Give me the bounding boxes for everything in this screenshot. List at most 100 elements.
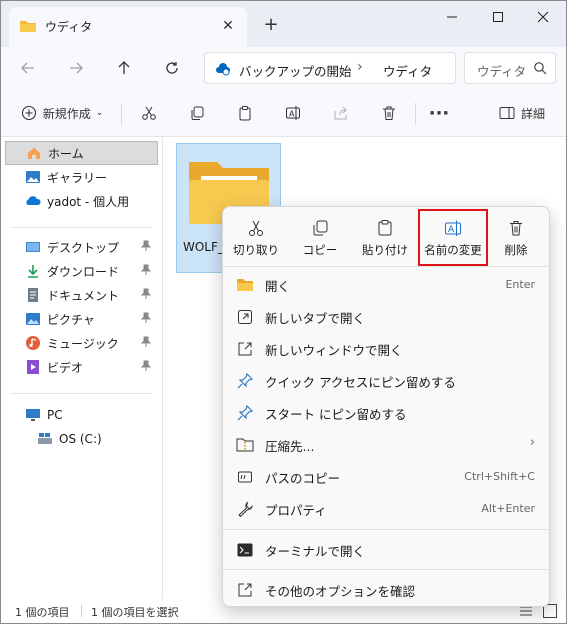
close-tab-icon[interactable]: ✕ bbox=[217, 15, 239, 37]
context-divider bbox=[223, 266, 549, 267]
sidebar-label: PC bbox=[47, 408, 63, 422]
rename-button[interactable]: A bbox=[279, 99, 307, 127]
chevron-right-icon[interactable]: › bbox=[357, 59, 363, 75]
share-button[interactable] bbox=[327, 99, 355, 127]
sidebar-item-documents[interactable]: ドキュメント bbox=[5, 283, 158, 307]
more-options-button[interactable]: ··· bbox=[425, 99, 453, 127]
sidebar-item-onedrive[interactable]: yadot - 個人用 bbox=[5, 189, 158, 213]
delete-action[interactable]: 削除 bbox=[485, 213, 547, 263]
pin-icon[interactable] bbox=[140, 336, 152, 351]
paste-icon bbox=[378, 220, 392, 236]
forward-button[interactable] bbox=[61, 53, 91, 83]
sidebar-item-home[interactable]: ホーム bbox=[5, 141, 158, 165]
breadcrumb-backup[interactable]: バックアップの開始 bbox=[239, 61, 352, 80]
copy-icon bbox=[313, 220, 328, 236]
back-button[interactable] bbox=[13, 53, 43, 83]
sidebar-item-music[interactable]: ミュージック bbox=[5, 331, 158, 355]
maximize-button[interactable] bbox=[475, 1, 521, 33]
copy-action[interactable]: コピー bbox=[289, 213, 351, 263]
menu-item-label: 新しいタブで開く bbox=[265, 310, 366, 326]
pictures-icon bbox=[25, 311, 41, 327]
menu-item-open-new-window[interactable]: 新しいウィンドウで開く bbox=[229, 334, 543, 364]
menu-item-label: 開く bbox=[265, 278, 291, 294]
new-button[interactable]: 新規作成 ⌄ bbox=[15, 99, 109, 127]
search-icon bbox=[534, 62, 547, 75]
new-tab-button[interactable]: + bbox=[260, 14, 282, 36]
menu-item-shortcut: Alt+Enter bbox=[481, 502, 535, 515]
paste-action[interactable]: 貼り付け bbox=[354, 213, 416, 263]
sidebar-label: OS (C:) bbox=[59, 432, 102, 446]
menu-item-label: スタート にピン留めする bbox=[265, 406, 407, 422]
command-bar: 新規作成 ⌄ A ··· 詳細 bbox=[1, 89, 566, 137]
search-box[interactable]: ウディタ bbox=[464, 52, 556, 84]
search-input[interactable]: ウディタ bbox=[477, 61, 526, 80]
wrench-icon bbox=[235, 499, 255, 519]
new-tab-icon bbox=[235, 307, 255, 327]
menu-item-label: 圧縮先... bbox=[265, 438, 315, 454]
breadcrumb-udita[interactable]: ウディタ bbox=[383, 61, 432, 80]
refresh-icon bbox=[166, 62, 178, 74]
details-button[interactable]: 詳細 bbox=[493, 99, 551, 127]
close-icon bbox=[537, 11, 549, 23]
sidebar-divider bbox=[11, 227, 151, 228]
sidebar-divider bbox=[11, 393, 151, 394]
sidebar-item-downloads[interactable]: ダウンロード bbox=[5, 259, 158, 283]
sidebar-label: ギャラリー bbox=[47, 170, 108, 185]
sidebar-item-pc[interactable]: PC bbox=[5, 403, 158, 427]
pin-icon[interactable] bbox=[140, 240, 152, 255]
menu-item-compress[interactable]: 圧縮先... › bbox=[229, 430, 543, 460]
chevron-down-icon: ⌄ bbox=[95, 108, 104, 118]
sidebar-item-gallery[interactable]: ギャラリー bbox=[5, 165, 158, 189]
arrow-right-icon bbox=[70, 62, 83, 74]
divider bbox=[121, 103, 122, 125]
refresh-button[interactable] bbox=[157, 53, 187, 83]
sidebar-item-os-drive[interactable]: OS (C:) bbox=[5, 427, 158, 451]
sidebar-item-videos[interactable]: ビデオ bbox=[5, 355, 158, 379]
terminal-icon bbox=[235, 540, 255, 560]
delete-button[interactable] bbox=[375, 99, 403, 127]
drive-icon bbox=[37, 431, 53, 447]
selection-count: 1 個の項目を選択 bbox=[91, 606, 179, 619]
menu-item-more-options[interactable]: その他のオプションを確認 bbox=[229, 575, 543, 605]
cut-button[interactable] bbox=[135, 99, 163, 127]
menu-item-pin-start[interactable]: スタート にピン留めする bbox=[229, 398, 543, 428]
trash-icon bbox=[383, 106, 395, 120]
menu-item-label: プロパティ bbox=[265, 502, 327, 518]
tab-udita[interactable]: ウディタ ✕ bbox=[9, 7, 247, 47]
share-icon bbox=[334, 106, 347, 120]
menu-item-label: その他のオプションを確認 bbox=[265, 583, 416, 599]
copy-button[interactable] bbox=[183, 99, 211, 127]
context-divider bbox=[223, 569, 549, 570]
sidebar-item-desktop[interactable]: デスクトップ bbox=[5, 235, 158, 259]
menu-item-properties[interactable]: プロパティ Alt+Enter bbox=[229, 494, 543, 524]
pane-divider[interactable] bbox=[162, 137, 163, 599]
minimize-icon bbox=[447, 16, 457, 18]
cut-action[interactable]: 切り取り bbox=[225, 213, 287, 263]
pin-icon[interactable] bbox=[140, 360, 152, 375]
context-menu: 切り取り コピー 貼り付け A 名前の変更 削除 開く Enter 新しいタブで… bbox=[222, 206, 550, 607]
menu-item-open-terminal[interactable]: ターミナルで開く bbox=[229, 535, 543, 565]
menu-item-copy-path[interactable]: パスのコピー Ctrl+Shift+C bbox=[229, 462, 543, 492]
menu-item-open[interactable]: 開く Enter bbox=[229, 270, 543, 300]
more-icon: ··· bbox=[428, 102, 450, 124]
paste-button[interactable] bbox=[231, 99, 259, 127]
up-button[interactable] bbox=[109, 53, 139, 83]
pin-icon[interactable] bbox=[140, 312, 152, 327]
menu-item-shortcut: Ctrl+Shift+C bbox=[464, 470, 535, 483]
menu-item-label: クイック アクセスにピン留めする bbox=[265, 374, 456, 390]
title-bar: ウディタ ✕ + bbox=[1, 1, 566, 47]
minimize-button[interactable] bbox=[429, 1, 475, 33]
close-window-button[interactable] bbox=[520, 1, 566, 33]
rename-label: 名前の変更 bbox=[424, 243, 482, 257]
rename-action[interactable]: A 名前の変更 bbox=[418, 209, 488, 266]
context-action-bar: 切り取り コピー 貼り付け A 名前の変更 削除 bbox=[223, 207, 549, 267]
sidebar-item-pictures[interactable]: ピクチャ bbox=[5, 307, 158, 331]
menu-item-pin-quick-access[interactable]: クイック アクセスにピン留めする bbox=[229, 366, 543, 396]
address-bar[interactable]: バックアップの開始 › ウディタ bbox=[204, 52, 456, 84]
menu-item-open-new-tab[interactable]: 新しいタブで開く bbox=[229, 302, 543, 332]
desktop-icon bbox=[25, 239, 41, 255]
pin-icon[interactable] bbox=[140, 264, 152, 279]
copy-icon bbox=[191, 106, 204, 120]
pin-icon[interactable] bbox=[140, 288, 152, 303]
details-label: 詳細 bbox=[520, 106, 545, 121]
